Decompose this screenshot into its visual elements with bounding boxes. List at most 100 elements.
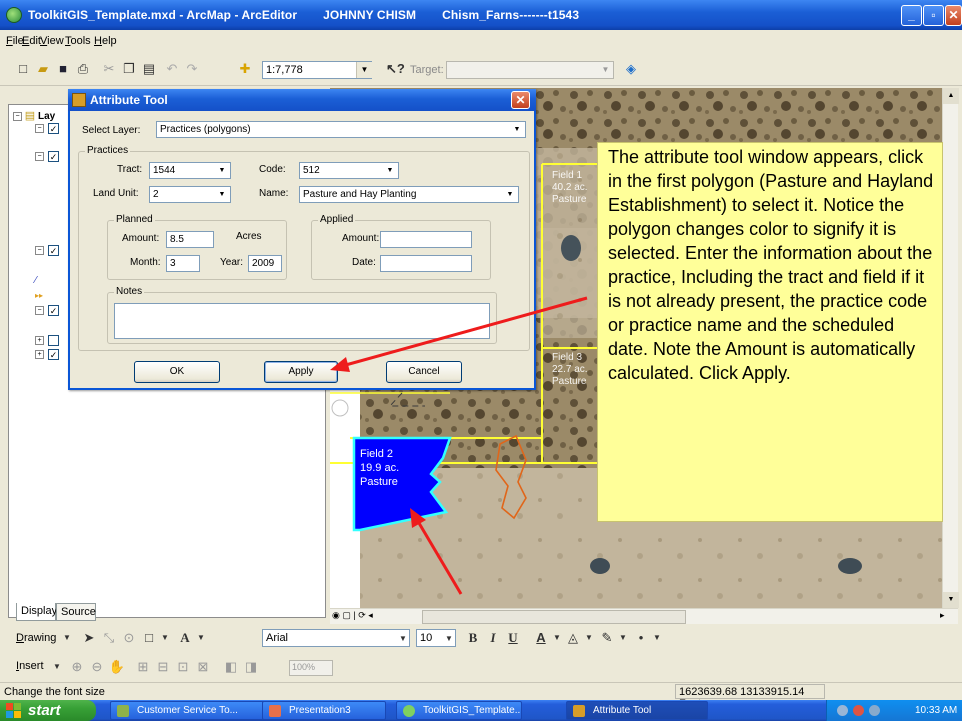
chevron-down-icon[interactable]: ▼ bbox=[614, 629, 632, 647]
dialog-close-button[interactable]: ✕ bbox=[511, 91, 530, 109]
save-icon[interactable]: ■ bbox=[54, 60, 72, 78]
land-unit-combo[interactable]: 2 ▼ bbox=[149, 186, 231, 203]
collapse-icon[interactable]: − bbox=[13, 111, 22, 121]
menu-view[interactable]: View bbox=[40, 35, 64, 47]
start-button[interactable]: start bbox=[0, 700, 96, 721]
toc-layer-row[interactable]: − ✓ bbox=[35, 151, 59, 162]
collapse-icon[interactable]: − bbox=[35, 246, 44, 255]
select-elements-icon[interactable]: ➤ bbox=[80, 629, 98, 647]
applied-date-input[interactable] bbox=[380, 255, 472, 272]
zoom-100-icon[interactable]: ⊟ bbox=[154, 658, 172, 676]
network-icon[interactable] bbox=[837, 705, 848, 716]
underline-icon[interactable]: U bbox=[504, 629, 522, 647]
layout-view-icon[interactable]: ◉ ▢ | ⟳ ◂ bbox=[332, 610, 373, 621]
italic-icon[interactable]: I bbox=[484, 629, 502, 647]
dialog-title-bar[interactable]: Attribute Tool ✕ bbox=[68, 89, 536, 111]
map-vertical-scrollbar[interactable]: ▲ ▼ bbox=[942, 88, 959, 608]
taskbar-item-presentation[interactable]: Presentation3 bbox=[262, 701, 386, 720]
taskbar-item-customer-service[interactable]: Customer Service To... bbox=[110, 701, 274, 720]
copy-icon[interactable]: ❐ bbox=[120, 60, 138, 78]
toc-layer-row[interactable]: − ✓ bbox=[35, 245, 59, 256]
fixed-zoom-in-icon[interactable]: ⊡ bbox=[174, 658, 192, 676]
planned-amount-input[interactable]: 8.5 bbox=[166, 231, 214, 248]
chevron-down-icon[interactable]: ▼ bbox=[192, 629, 210, 647]
chevron-down-icon[interactable]: ▼ bbox=[58, 629, 76, 647]
scroll-up-icon[interactable]: ▲ bbox=[943, 88, 959, 104]
layer-visibility-checkbox[interactable]: ✓ bbox=[48, 245, 59, 256]
zoom-percent-select[interactable]: 100% bbox=[289, 660, 333, 676]
close-button[interactable]: ✕ bbox=[945, 5, 962, 26]
layer-visibility-checkbox[interactable]: ✓ bbox=[48, 123, 59, 134]
forward-extent-icon[interactable]: ◨ bbox=[242, 658, 260, 676]
open-folder-icon[interactable]: ▰ bbox=[34, 60, 52, 78]
new-document-icon[interactable]: □ bbox=[14, 60, 32, 78]
drawing-menu-button[interactable]: Drawing bbox=[16, 632, 56, 644]
chevron-down-icon[interactable]: ▼ bbox=[356, 62, 372, 78]
toc-layers-row[interactable]: − ▤ Lay bbox=[13, 109, 55, 122]
print-icon[interactable]: ⎙ bbox=[74, 60, 92, 78]
chevron-down-icon[interactable]: ▼ bbox=[215, 164, 229, 177]
chevron-down-icon[interactable]: ▼ bbox=[215, 188, 229, 201]
zoom-in-icon[interactable]: ⊕ bbox=[68, 658, 86, 676]
target-layer-select[interactable] bbox=[446, 61, 614, 79]
tab-display[interactable]: Display bbox=[16, 603, 57, 621]
cut-icon[interactable]: ✂ bbox=[100, 60, 118, 78]
security-icon[interactable] bbox=[853, 705, 864, 716]
layer-visibility-checkbox[interactable]: ✓ bbox=[48, 305, 59, 316]
scroll-down-icon[interactable]: ▼ bbox=[943, 592, 959, 608]
chevron-down-icon[interactable]: ▼ bbox=[440, 630, 458, 648]
tract-combo[interactable]: 1544 ▼ bbox=[149, 162, 231, 179]
ok-button[interactable]: OK bbox=[134, 361, 220, 383]
zoom-whole-page-icon[interactable]: ⊙ bbox=[120, 629, 138, 647]
maximize-button[interactable]: ▫ bbox=[923, 5, 944, 26]
layer-visibility-checkbox[interactable]: ✓ bbox=[48, 349, 59, 360]
scroll-right-icon[interactable]: ▸ bbox=[940, 610, 945, 621]
chevron-down-icon[interactable]: ▼ bbox=[156, 629, 174, 647]
menu-edit[interactable]: Edit bbox=[22, 35, 41, 47]
chevron-down-icon[interactable]: ▼ bbox=[648, 629, 666, 647]
undo-icon[interactable]: ↶ bbox=[163, 60, 181, 78]
expand-icon[interactable]: + bbox=[35, 336, 44, 345]
horizontal-scroll-thumb[interactable] bbox=[422, 610, 686, 624]
collapse-icon[interactable]: − bbox=[35, 152, 44, 161]
toc-layer-row[interactable]: + bbox=[35, 335, 59, 346]
chevron-down-icon[interactable]: ▼ bbox=[580, 629, 598, 647]
taskbar-item-attribute-tool[interactable]: Attribute Tool bbox=[566, 701, 708, 720]
fixed-zoom-out-icon[interactable]: ⊠ bbox=[194, 658, 212, 676]
bold-icon[interactable]: B bbox=[464, 629, 482, 647]
back-extent-icon[interactable]: ◧ bbox=[222, 658, 240, 676]
month-input[interactable]: 3 bbox=[166, 255, 200, 272]
toc-layer-row[interactable]: + ✓ bbox=[35, 349, 59, 360]
add-data-icon[interactable]: ✚ bbox=[236, 60, 254, 78]
collapse-icon[interactable]: − bbox=[35, 124, 44, 133]
paste-icon[interactable]: ▤ bbox=[140, 60, 158, 78]
cancel-button[interactable]: Cancel bbox=[386, 361, 462, 383]
pan-icon[interactable]: ✋ bbox=[108, 658, 126, 676]
menu-help[interactable]: Help bbox=[94, 35, 117, 47]
font-name-select[interactable]: Arial bbox=[262, 629, 410, 647]
zoom-out-icon[interactable]: ⊖ bbox=[88, 658, 106, 676]
zoom-whole-icon[interactable]: ⊞ bbox=[134, 658, 152, 676]
minimize-button[interactable]: _ bbox=[901, 5, 922, 26]
chevron-down-icon[interactable]: ▼ bbox=[503, 188, 517, 201]
redo-icon[interactable]: ↷ bbox=[183, 60, 201, 78]
chevron-down-icon[interactable]: ▼ bbox=[48, 658, 66, 676]
volume-icon[interactable] bbox=[869, 705, 880, 716]
collapse-icon[interactable]: − bbox=[35, 306, 44, 315]
map-horizontal-scrollbar[interactable]: ◉ ▢ | ⟳ ◂ ▸ bbox=[330, 608, 958, 624]
toc-layer-row[interactable]: − ✓ bbox=[35, 305, 59, 316]
menu-tools[interactable]: Tools bbox=[65, 35, 91, 47]
applied-amount-input[interactable] bbox=[380, 231, 472, 248]
expand-icon[interactable]: + bbox=[35, 350, 44, 359]
layer-visibility-checkbox[interactable]: ✓ bbox=[48, 151, 59, 162]
year-input[interactable]: 2009 bbox=[248, 255, 282, 272]
chevron-down-icon[interactable]: ▼ bbox=[598, 62, 613, 78]
chevron-down-icon[interactable]: ▼ bbox=[510, 123, 524, 136]
insert-menu-button[interactable]: Insert bbox=[16, 660, 44, 672]
rotate-icon[interactable]: ⤡ bbox=[100, 629, 118, 647]
notes-textarea[interactable] bbox=[114, 303, 490, 339]
taskbar-item-arcmap[interactable]: ToolkitGIS_Template.... bbox=[396, 701, 522, 720]
code-combo[interactable]: 512 ▼ bbox=[299, 162, 399, 179]
select-layer-combo[interactable]: Practices (polygons) ▼ bbox=[156, 121, 526, 138]
chevron-down-icon[interactable]: ▼ bbox=[383, 164, 397, 177]
